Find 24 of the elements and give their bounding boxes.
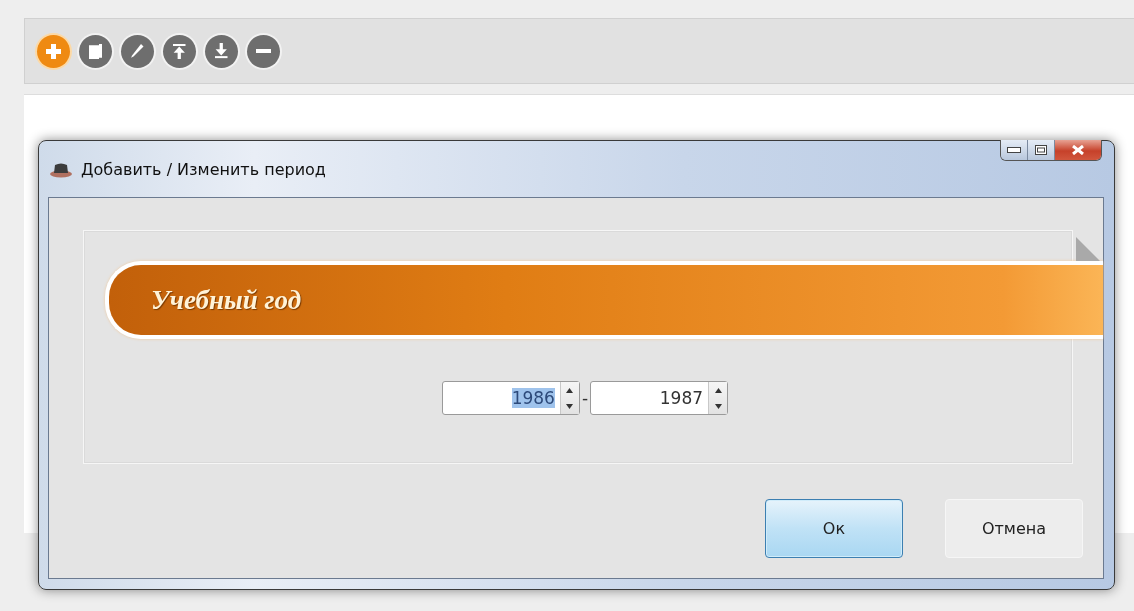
maximize-icon — [1035, 145, 1047, 155]
add-icon — [46, 43, 61, 59]
toolbar-button[interactable] — [121, 34, 154, 68]
minus-icon — [256, 48, 271, 54]
cancel-button[interactable]: Отмена — [945, 499, 1083, 558]
maximize-button[interactable] — [1028, 140, 1055, 160]
range-separator: - — [581, 388, 589, 408]
upload-icon — [173, 43, 186, 59]
ok-button[interactable]: Ок — [765, 499, 903, 558]
toolbar-button[interactable] — [79, 34, 112, 68]
copy-icon — [88, 43, 103, 59]
minimize-icon — [1007, 147, 1021, 153]
minimize-button[interactable] — [1001, 140, 1028, 160]
toolbar-button[interactable] — [163, 34, 196, 68]
close-button[interactable] — [1055, 140, 1101, 160]
pencil-icon — [131, 44, 144, 58]
toolbar-button[interactable] — [205, 34, 238, 68]
toolbar-button[interactable] — [37, 34, 70, 68]
window-title: Добавить / Изменить период — [81, 159, 326, 179]
toolbar-button[interactable] — [247, 34, 280, 68]
close-icon — [1072, 145, 1084, 155]
corner-fold-icon — [1076, 237, 1100, 261]
download-icon — [215, 43, 228, 59]
section-title: Учебный год — [151, 284, 302, 316]
